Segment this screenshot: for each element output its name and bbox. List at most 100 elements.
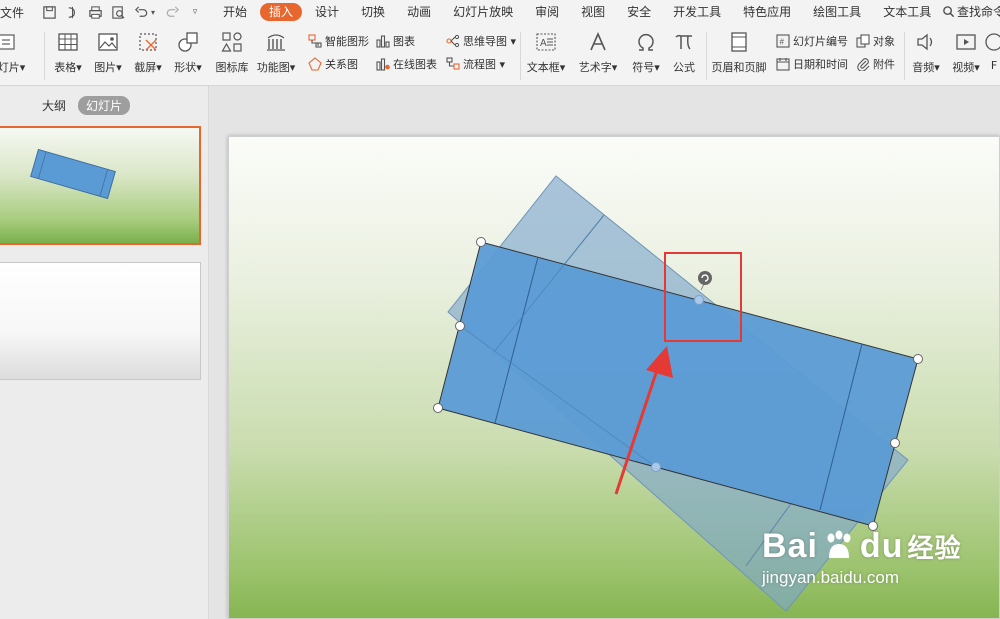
ribbon-divider [44, 32, 45, 80]
function-chart-label: 功能图▾ [256, 61, 296, 74]
save-icon[interactable] [41, 4, 57, 20]
file-menu[interactable]: 文件 [0, 4, 34, 21]
screenshot-label: 截屏▾ [134, 61, 162, 74]
function-chart-icon [263, 30, 289, 54]
pi-icon [671, 30, 697, 54]
flash-icon [984, 30, 1000, 54]
mind-map-label: 思维导图 ▾ [463, 35, 517, 48]
icon-library-button[interactable]: 图标库 [212, 30, 252, 75]
tab-outline[interactable]: 大纲 [42, 97, 66, 114]
tab-security[interactable]: 安全 [616, 0, 662, 24]
paw-icon [827, 530, 851, 558]
tab-transitions[interactable]: 切换 [350, 0, 396, 24]
object-button[interactable]: 对象 [856, 32, 895, 50]
tab-insert[interactable]: 插入 [260, 3, 303, 21]
flowchart-button[interactable]: 流程图 ▾ [446, 55, 505, 73]
online-chart-label: 在线图表 [393, 58, 437, 71]
undo-dropdown-icon[interactable]: ▾ [149, 4, 157, 20]
picture-icon [95, 30, 121, 54]
textbox-icon: A [533, 30, 559, 54]
symbol-label: 符号▾ [632, 61, 660, 74]
header-footer-icon [726, 30, 752, 54]
new-slide-icon [0, 30, 19, 54]
new-slide-label: 幻灯片▾ [0, 61, 26, 74]
tab-review[interactable]: 审阅 [524, 0, 570, 24]
video-icon [953, 30, 979, 54]
ribbon-divider [706, 32, 707, 80]
object-icon [856, 34, 870, 48]
date-time-button[interactable]: 日期和时间 [776, 55, 848, 73]
textbox-button[interactable]: A 文本框▾ [526, 30, 566, 75]
screenshot-button[interactable]: 截屏▾ [128, 30, 168, 75]
ribbon-divider [904, 32, 905, 80]
tab-slideshow[interactable]: 幻灯片放映 [442, 0, 524, 24]
mind-map-button[interactable]: 思维导图 ▾ [446, 32, 516, 50]
tab-developer[interactable]: 开发工具 [662, 0, 732, 24]
function-chart-button[interactable]: 功能图▾ [256, 30, 296, 75]
tab-home[interactable]: 开始 [212, 0, 258, 24]
relation-chart-icon [308, 57, 322, 71]
header-footer-button[interactable]: 页眉和页脚 [712, 30, 767, 75]
ribbon-divider [520, 32, 521, 80]
shape-button[interactable]: 形状▾ [168, 30, 208, 75]
ribbon-tabs: 开始 插入 设计 切换 动画 幻灯片放映 审阅 视图 安全 开发工具 特色应用 … [212, 0, 942, 24]
smart-art-label: 智能图形 [325, 35, 369, 48]
undo-icon[interactable] [133, 4, 149, 20]
omega-icon [633, 30, 659, 54]
tab-animation[interactable]: 动画 [396, 0, 442, 24]
tab-slides[interactable]: 幻灯片 [78, 96, 131, 115]
slide-number-icon: # [776, 34, 790, 48]
formula-button[interactable]: 公式 [664, 30, 704, 75]
picture-button[interactable]: 图片▾ [88, 30, 128, 75]
relation-chart-label: 关系图 [325, 58, 358, 71]
flowchart-icon [446, 57, 460, 70]
wordart-button[interactable]: 艺术字▾ [578, 30, 618, 75]
flowchart-label: 流程图 ▾ [463, 58, 506, 71]
shape-icon [175, 30, 201, 54]
print-preview-icon[interactable] [110, 4, 126, 20]
command-search-label: 查找命令 [957, 5, 1000, 19]
svg-text:A: A [540, 38, 547, 49]
tab-features[interactable]: 特色应用 [732, 0, 802, 24]
flash-button[interactable]: F [984, 30, 1000, 72]
customize-dropdown-icon[interactable]: ▿ [187, 4, 203, 20]
chart-label: 图表 [393, 35, 415, 48]
attachment-button[interactable]: 附件 [856, 55, 895, 73]
command-search[interactable]: 查找命令 [942, 3, 1000, 20]
mind-map-icon [446, 34, 460, 48]
online-chart-button[interactable]: 在线图表 [376, 55, 437, 73]
shape-label: 形状▾ [174, 61, 202, 74]
slide-number-label: 幻灯片编号 [793, 35, 848, 48]
table-icon [55, 30, 81, 54]
redo-icon[interactable] [164, 4, 180, 20]
tab-design[interactable]: 设计 [304, 0, 350, 24]
smart-art-button[interactable]: 智能图形 [308, 32, 369, 50]
relation-chart-button[interactable]: 关系图 [308, 55, 358, 73]
flash-label: F [990, 59, 998, 72]
slide-number-button[interactable]: # 幻灯片编号 [776, 32, 848, 50]
paperclip-icon [857, 58, 870, 71]
tab-view[interactable]: 视图 [570, 0, 616, 24]
output-pdf-icon[interactable] [64, 4, 80, 20]
tab-text-tools[interactable]: 文本工具 [872, 0, 942, 24]
ribbon-toolbar: 幻灯片▾ 表格▾ 图片▾ 截屏▾ 形状▾ 图标库 功能图▾ [0, 24, 1000, 86]
search-icon [943, 6, 955, 18]
object-label: 对象 [873, 35, 895, 48]
video-button[interactable]: 视频▾ [946, 30, 986, 75]
slide-panel: 大纲 幻灯片 [0, 86, 209, 619]
thumbnail-shape [30, 148, 116, 200]
print-icon[interactable] [87, 4, 103, 20]
slide-thumbnail-2[interactable] [0, 262, 201, 380]
online-chart-icon [376, 58, 390, 71]
table-label: 表格▾ [54, 61, 82, 74]
chart-button[interactable]: 图表 [376, 32, 415, 50]
baidu-watermark: Bai du 经验 jingyan.baidu.com [762, 527, 961, 588]
symbol-button[interactable]: 符号▾ [626, 30, 666, 75]
slide-thumbnail-1[interactable] [0, 126, 201, 245]
new-slide-button[interactable]: 幻灯片▾ [0, 30, 26, 75]
header-footer-label: 页眉和页脚 [711, 61, 767, 74]
wordart-label: 艺术字▾ [578, 61, 618, 74]
tab-drawing-tools[interactable]: 绘图工具 [802, 0, 872, 24]
table-button[interactable]: 表格▾ [48, 30, 88, 75]
audio-button[interactable]: 音频▾ [906, 30, 946, 75]
